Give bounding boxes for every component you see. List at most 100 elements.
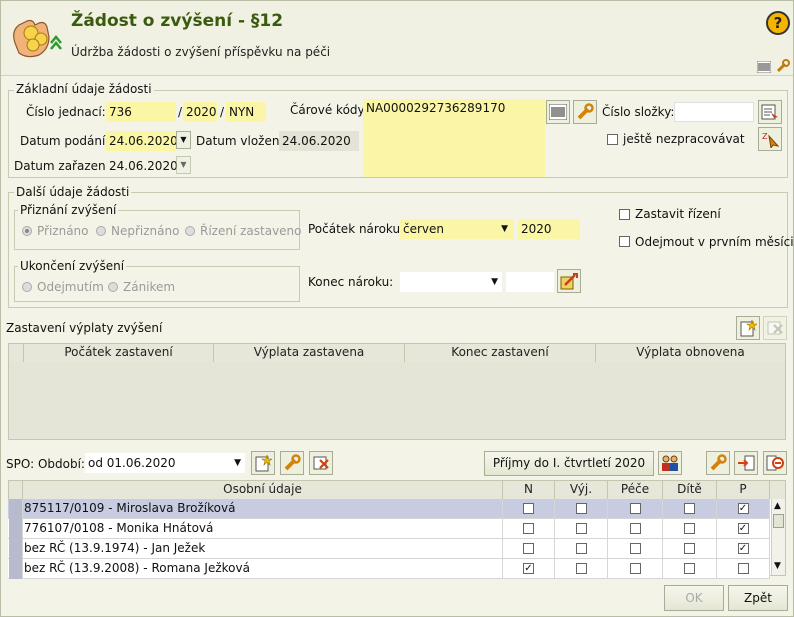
claim-end-month-select[interactable]: ▼ (400, 272, 502, 292)
delete-row-icon (313, 456, 329, 470)
persons-col-name[interactable]: Osobní údaje (23, 481, 503, 499)
flag-cell-n: ✓ (503, 559, 555, 579)
not-processed-checkbox[interactable] (607, 134, 618, 145)
barcode-icon (549, 104, 567, 120)
case-number-field[interactable]: 736 (106, 102, 176, 122)
suspension-col-end[interactable]: Konec zastavení (405, 344, 596, 362)
flag-cell-dite (663, 499, 717, 519)
wrench-icon (710, 454, 727, 471)
stop-proceedings-checkbox[interactable] (619, 209, 630, 220)
folder-select-button[interactable] (758, 100, 782, 124)
table-row[interactable]: 875117/0109 - Miroslava Brožíková ✓ (8, 499, 770, 519)
checkbox-vyj[interactable] (575, 503, 587, 514)
persons-scrollbar[interactable]: ▲ ▼ (771, 499, 785, 575)
withdraw-first-month-label: Odejmout v prvním měsíci (635, 235, 794, 249)
case-year-field[interactable]: 2020 (183, 102, 217, 122)
barcode-edit-button[interactable] (573, 100, 597, 124)
help-button[interactable]: ? (766, 11, 790, 35)
barcodes-field[interactable]: NA0000292736289170 (363, 99, 545, 177)
suspension-delete-button[interactable] (763, 316, 787, 340)
persons-col-p[interactable]: P (717, 481, 770, 499)
chevron-down-icon: ▼ (501, 224, 508, 234)
income-button[interactable]: Příjmy do I. čtvrtletí 2020 (484, 451, 654, 476)
persons-button[interactable] (658, 451, 682, 475)
persons-col-dite[interactable]: Dítě (663, 481, 717, 499)
case-suffix-field[interactable]: NYN (226, 102, 266, 122)
checkbox-p[interactable]: ✓ (737, 543, 749, 554)
checkbox-n[interactable]: ✓ (523, 563, 534, 574)
checkbox-n[interactable] (523, 543, 534, 554)
spo-delete-button[interactable] (309, 451, 333, 475)
table-row[interactable]: bez RČ (13.9.2008) - Romana Ježková ✓ (8, 559, 770, 579)
flag-cell-vyj (555, 539, 608, 559)
suspension-add-button[interactable] (736, 316, 760, 340)
flag-cell-p (717, 559, 770, 579)
spo-add-button[interactable] (251, 451, 275, 475)
scroll-thumb[interactable] (773, 514, 784, 528)
person-add-button[interactable] (734, 451, 758, 475)
barcode-scan-button[interactable] (546, 100, 570, 124)
wrench-small-icon[interactable] (775, 59, 791, 73)
row-selector[interactable] (9, 559, 23, 579)
suspension-col-start[interactable]: Počátek zastavení (24, 344, 214, 362)
claim-end-edit-button[interactable] (557, 269, 581, 293)
person-edit-button[interactable] (706, 451, 730, 475)
person-remove-button[interactable] (763, 451, 787, 475)
checkbox-pece[interactable] (629, 543, 641, 554)
claim-start-month-select[interactable]: červen ▼ (400, 219, 514, 239)
table-row[interactable]: bez RČ (13.9.1974) - Jan Ježek ✓ (8, 539, 770, 559)
case-number-label: Číslo jednací: (26, 105, 106, 119)
chevron-down-icon: ▼ (180, 135, 187, 144)
withdraw-first-month-checkbox[interactable] (619, 236, 630, 247)
spo-edit-button[interactable] (280, 451, 304, 475)
claim-start-year-field[interactable]: 2020 (518, 219, 580, 239)
suspension-col-paid-stopped[interactable]: Výplata zastavena (214, 344, 405, 362)
checkbox-dite[interactable] (684, 543, 695, 554)
select-list-icon (761, 104, 778, 120)
scroll-up-icon[interactable]: ▲ (774, 501, 781, 511)
chevron-down-icon: ▼ (180, 160, 187, 169)
ok-button[interactable]: OK (664, 585, 724, 611)
checkbox-pece[interactable] (629, 523, 641, 534)
wrench-icon (284, 454, 301, 471)
checkbox-pece[interactable] (629, 503, 641, 514)
suspension-col-paid-renewed[interactable]: Výplata obnovena (596, 344, 785, 362)
persons-col-vyj[interactable]: Výj. (555, 481, 608, 499)
persons-col-n[interactable]: N (503, 481, 555, 499)
scroll-down-icon[interactable]: ▼ (774, 561, 781, 571)
checkbox-p[interactable]: ✓ (737, 503, 749, 514)
persons-col-pece[interactable]: Péče (608, 481, 663, 499)
checkbox-dite[interactable] (684, 523, 695, 534)
claim-end-label: Konec nároku: (308, 275, 394, 289)
spo-period-select[interactable]: od 01.06.2020 ▼ (85, 453, 245, 473)
row-selector[interactable] (9, 539, 23, 559)
remove-icon (766, 455, 784, 471)
not-granted-radio (96, 226, 106, 236)
claim-end-year-field[interactable] (506, 272, 554, 292)
checkbox-p[interactable] (737, 563, 749, 574)
basic-info-legend: Základní údaje žádosti (14, 82, 154, 96)
checkbox-vyj[interactable] (575, 523, 587, 534)
withdrawal-radio (22, 282, 32, 292)
checkbox-vyj[interactable] (575, 563, 587, 574)
table-row[interactable]: 776107/0108 - Monika Hnátová ✓ (8, 519, 770, 539)
submit-date-field[interactable]: 24.06.2020 (106, 131, 178, 151)
submit-date-dropdown-button[interactable]: ▼ (176, 131, 191, 149)
checkbox-dite[interactable] (684, 503, 695, 514)
folder-number-field[interactable] (674, 102, 754, 122)
row-selector[interactable] (9, 519, 23, 539)
checkbox-n[interactable] (523, 523, 534, 534)
insert-date-label: Datum vložení: (196, 134, 287, 148)
back-button[interactable]: Zpět (728, 585, 788, 611)
barcode-small-icon[interactable] (757, 61, 771, 73)
checkbox-p[interactable]: ✓ (737, 523, 749, 534)
checkbox-vyj[interactable] (575, 543, 587, 554)
row-selector[interactable] (9, 499, 23, 519)
checkbox-pece[interactable] (629, 563, 641, 574)
question-icon: ? (773, 14, 783, 32)
checkbox-dite[interactable] (684, 563, 695, 574)
flag-cell-vyj (555, 559, 608, 579)
checkbox-n[interactable] (523, 503, 534, 514)
claim-start-month-value: červen (403, 222, 445, 236)
sort-pick-button[interactable]: Z (758, 127, 782, 151)
